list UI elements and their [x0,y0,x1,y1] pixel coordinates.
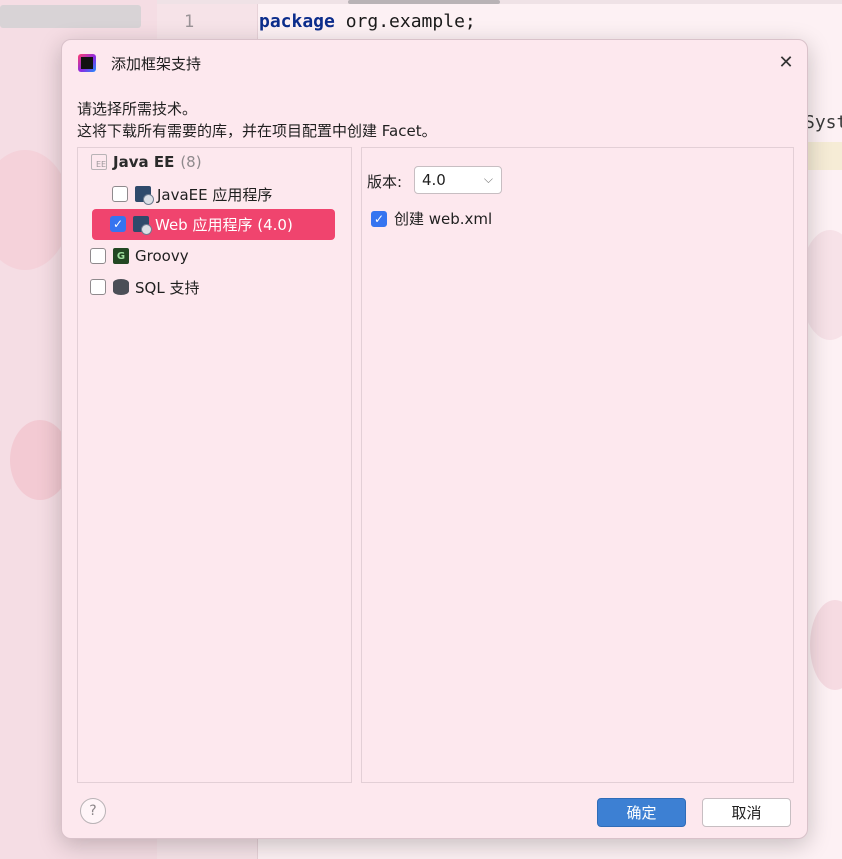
hint-text-2: 这将下载所有需要的库，并在项目配置中创建 Facet。 [77,122,437,140]
create-webxml-option[interactable]: ✓ 创建 web.xml [371,208,492,229]
tree-item-web-app[interactable]: ✓ Web 应用程序 (4.0) [92,209,335,240]
version-value: 4.0 [422,171,446,189]
intellij-logo-icon [78,54,96,72]
version-label: 版本: [367,173,403,191]
tree-item-label: Web 应用程序 (4.0) [155,215,293,234]
ok-button[interactable]: 确定 [597,798,686,827]
web-app-checkbox[interactable]: ✓ [110,216,126,232]
group-count: (8) [180,153,202,171]
tree-item-javaee-app[interactable]: JavaEE 应用程序 [112,181,272,207]
groovy-checkbox[interactable] [90,248,106,264]
create-webxml-label: 创建 web.xml [394,210,493,228]
tree-item-sql[interactable]: SQL 支持 [90,274,199,300]
javaee-group-icon [91,154,107,170]
javaee-app-icon [135,186,154,205]
pane-divider[interactable] [351,147,352,783]
hint-text-1: 请选择所需技术。 [77,100,198,118]
tree-group-javaee[interactable]: Java EE (8) [91,149,202,175]
code-text: org.example; [334,11,476,32]
web-app-icon [133,216,152,235]
sql-database-icon [113,279,129,295]
cancel-button[interactable]: 取消 [702,798,791,827]
project-tree-selection[interactable] [0,5,141,28]
tree-item-label: Groovy [135,247,189,265]
code-line-1[interactable]: package org.example; [259,11,476,32]
close-icon[interactable]: ✕ [775,52,797,74]
line-number: 1 [184,12,195,32]
tree-item-label: JavaEE 应用程序 [157,185,273,204]
group-label: Java EE [113,153,175,171]
framework-settings-pane [361,147,794,783]
create-webxml-checkbox[interactable]: ✓ [371,210,387,227]
groovy-icon: G [113,248,129,264]
add-framework-support-dialog: 添加框架支持 ✕ 请选择所需技术。 这将下载所有需要的库，并在项目配置中创建 F… [61,39,808,839]
code-keyword: package [259,11,335,32]
tree-item-label: SQL 支持 [135,278,200,297]
code-fragment: Syst [804,112,842,133]
chevron-down-icon: ⌵ [483,172,493,186]
tree-item-groovy[interactable]: G Groovy [90,243,189,269]
version-select[interactable]: 4.0 ⌵ [414,166,502,194]
dialog-title: 添加框架支持 [111,55,202,73]
editor-scrollbar-thumb[interactable] [348,0,500,4]
javaee-app-checkbox[interactable] [112,186,128,202]
sql-checkbox[interactable] [90,279,106,295]
code-highlight [808,142,842,170]
help-button[interactable]: ? [80,798,106,824]
